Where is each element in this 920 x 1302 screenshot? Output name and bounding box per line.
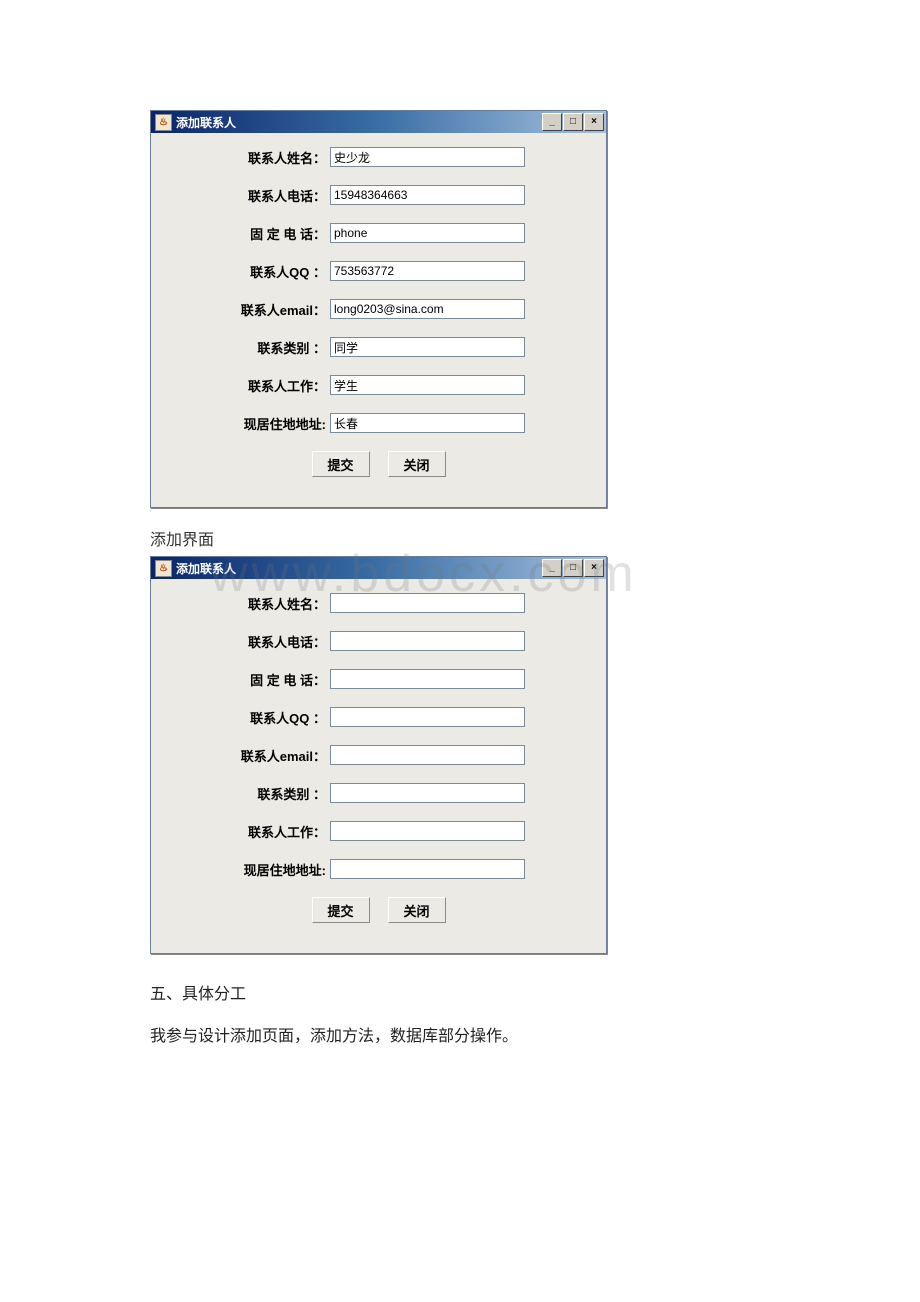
mobile-input[interactable] [330, 631, 525, 651]
mobile-label: 联系人电话： [171, 632, 330, 651]
form-body: 联系人姓名： 联系人电话： 固 定 电 话： 联系人QQ ： 联系人email： [151, 579, 606, 953]
type-label: 联系类别 ： [171, 784, 330, 803]
name-input[interactable] [330, 147, 525, 167]
type-input[interactable] [330, 337, 525, 357]
close-button[interactable]: 关闭 [388, 451, 446, 477]
java-icon: ♨ [155, 114, 172, 131]
minimize-button[interactable]: _ [542, 113, 562, 131]
job-label: 联系人工作： [171, 822, 330, 841]
section-heading: 五、具体分工 [150, 980, 780, 1004]
phone-label: 固 定 电 话： [171, 670, 330, 689]
add-contact-window-filled: ♨ 添加联系人 _ □ × 联系人姓名： 联系人电话： 固 定 电 话： 联 [150, 110, 607, 508]
name-label: 联系人姓名： [171, 148, 330, 167]
email-input[interactable] [330, 745, 525, 765]
caption-add-ui: 添加界面 [150, 526, 780, 550]
titlebar[interactable]: ♨ 添加联系人 _ □ × [151, 111, 606, 133]
submit-button[interactable]: 提交 [312, 451, 370, 477]
address-input[interactable] [330, 413, 525, 433]
close-window-button[interactable]: × [584, 113, 604, 131]
window-controls: _ □ × [541, 559, 604, 577]
window-title: 添加联系人 [176, 560, 541, 577]
address-input[interactable] [330, 859, 525, 879]
qq-input[interactable] [330, 707, 525, 727]
email-input[interactable] [330, 299, 525, 319]
minimize-button[interactable]: _ [542, 559, 562, 577]
titlebar[interactable]: ♨ 添加联系人 _ □ × [151, 557, 606, 579]
maximize-button[interactable]: □ [563, 559, 583, 577]
phone-input[interactable] [330, 669, 525, 689]
job-label: 联系人工作： [171, 376, 330, 395]
phone-label: 固 定 电 话： [171, 224, 330, 243]
java-icon: ♨ [155, 560, 172, 577]
maximize-button[interactable]: □ [563, 113, 583, 131]
qq-input[interactable] [330, 261, 525, 281]
name-input[interactable] [330, 593, 525, 613]
mobile-input[interactable] [330, 185, 525, 205]
type-label: 联系类别 ： [171, 338, 330, 357]
address-label: 现居住地地址: [171, 860, 330, 879]
phone-input[interactable] [330, 223, 525, 243]
name-label: 联系人姓名： [171, 594, 330, 613]
window-controls: _ □ × [541, 113, 604, 131]
email-label: 联系人email： [171, 300, 330, 319]
submit-button[interactable]: 提交 [312, 897, 370, 923]
job-input[interactable] [330, 375, 525, 395]
form-body: 联系人姓名： 联系人电话： 固 定 电 话： 联系人QQ ： 联系人email：… [151, 133, 606, 507]
close-window-button[interactable]: × [584, 559, 604, 577]
qq-label: 联系人QQ ： [171, 262, 330, 281]
email-label: 联系人email： [171, 746, 330, 765]
type-input[interactable] [330, 783, 525, 803]
address-label: 现居住地地址: [171, 414, 330, 433]
window-title: 添加联系人 [176, 114, 541, 131]
job-input[interactable] [330, 821, 525, 841]
close-button[interactable]: 关闭 [388, 897, 446, 923]
mobile-label: 联系人电话： [171, 186, 330, 205]
add-contact-window-empty: ♨ 添加联系人 _ □ × 联系人姓名： 联系人电话： 固 定 电 [150, 556, 607, 954]
qq-label: 联系人QQ ： [171, 708, 330, 727]
body-paragraph: 我参与设计添加页面，添加方法，数据库部分操作。 [150, 1022, 780, 1046]
